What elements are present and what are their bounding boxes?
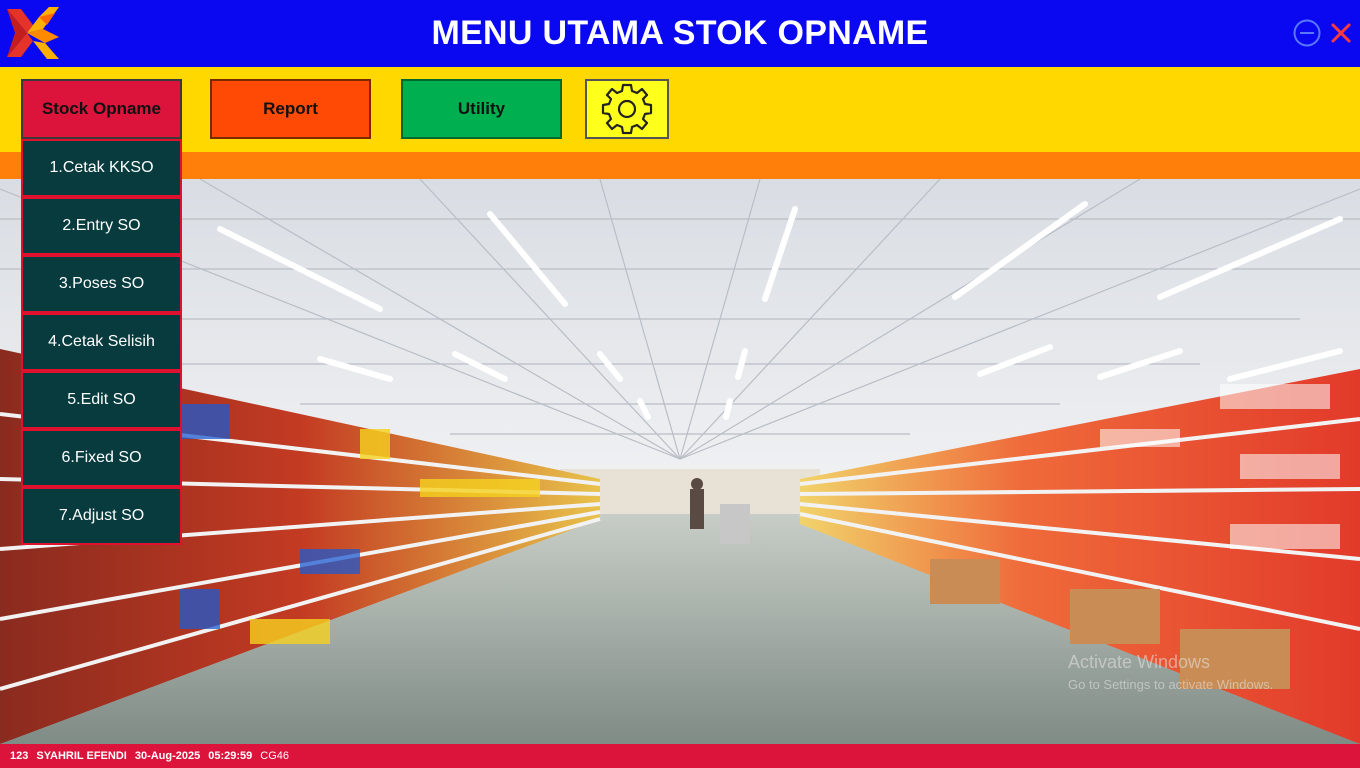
status-date: 30-Aug-2025 <box>134 750 201 762</box>
report-button[interactable]: Report <box>210 79 371 139</box>
stock-opname-button[interactable]: Stock Opname <box>21 79 182 139</box>
toolbar-strip <box>0 152 1360 179</box>
menu-item-cetak-kkso[interactable]: 1.Cetak KKSO <box>21 139 182 197</box>
gear-icon <box>601 83 653 135</box>
menu-item-poses-so[interactable]: 3.Poses SO <box>21 255 182 313</box>
window-title: MENU UTAMA STOK OPNAME <box>431 14 929 52</box>
menu-item-entry-so[interactable]: 2.Entry SO <box>21 197 182 255</box>
close-icon[interactable] <box>1326 18 1356 48</box>
stock-opname-dropdown: 1.Cetak KKSO 2.Entry SO 3.Poses SO 4.Cet… <box>21 139 182 545</box>
utility-button[interactable]: Utility <box>401 79 562 139</box>
settings-button[interactable] <box>585 79 669 139</box>
status-code: CG46 <box>260 750 290 762</box>
watermark-title: Activate Windows <box>1068 652 1211 672</box>
menu-toolbar <box>0 67 1360 152</box>
status-bar: 123 SYAHRIL EFENDI 30-Aug-2025 05:29:59 … <box>0 744 1360 768</box>
menu-item-adjust-so[interactable]: 7.Adjust SO <box>21 487 182 545</box>
title-bar: MENU UTAMA STOK OPNAME <box>0 0 1360 67</box>
menu-item-edit-so[interactable]: 5.Edit SO <box>21 371 182 429</box>
activation-watermark: Activate Windows Go to Settings to activ… <box>1068 652 1273 692</box>
status-user-id: 123 <box>10 750 29 762</box>
status-time: 05:29:59 <box>208 750 253 762</box>
menu-item-cetak-selisih[interactable]: 4.Cetak Selisih <box>21 313 182 371</box>
watermark-subtitle: Go to Settings to activate Windows. <box>1068 677 1274 692</box>
menu-item-fixed-so[interactable]: 6.Fixed SO <box>21 429 182 487</box>
minimize-icon[interactable] <box>1292 18 1322 48</box>
status-user-name: SYAHRIL EFENDI <box>36 750 127 762</box>
